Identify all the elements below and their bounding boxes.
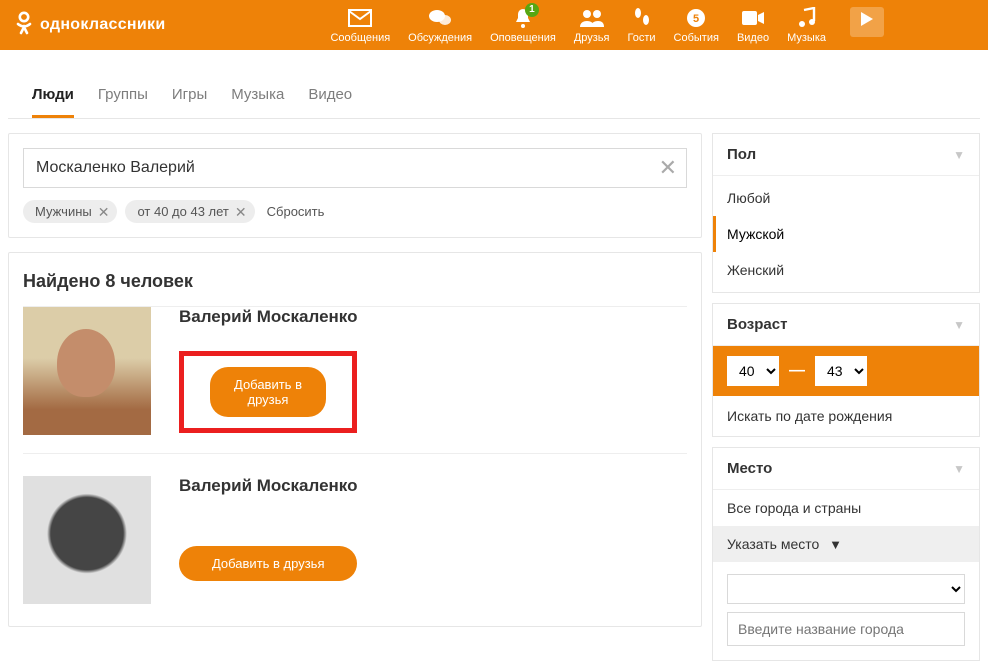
chevron-down-icon: ▼ [953, 148, 965, 162]
filter-title: Пол [727, 146, 756, 163]
filter-title: Место [727, 460, 772, 477]
chip-label: от 40 до 43 лет [137, 204, 228, 219]
avatar[interactable] [23, 307, 151, 435]
add-friend-button[interactable]: Добавить в друзья [210, 367, 326, 417]
nav-friends[interactable]: Друзья [574, 7, 610, 44]
triangle-down-icon: ▼ [829, 537, 842, 552]
chip-age[interactable]: от 40 до 43 лет ✕ [125, 200, 254, 223]
clear-icon[interactable]: ✕ [659, 155, 677, 181]
result-item: Валерий Москаленко Добавить в друзья [23, 453, 687, 622]
nav-label: Музыка [787, 33, 826, 44]
nav-label: Сообщения [330, 33, 390, 44]
nav-events[interactable]: 5 События [674, 7, 719, 44]
results-panel: Найдено 8 человек Валерий Москаленко Доб… [8, 252, 702, 627]
tab-people[interactable]: Люди [32, 86, 74, 118]
brand-text: одноклассники [40, 16, 165, 34]
camera-icon [741, 7, 765, 29]
person-name[interactable]: Валерий Москаленко [179, 307, 357, 327]
filter-age: Возраст ▼ 40 — 43 Искать по дате рождени… [712, 303, 980, 437]
nav-messages[interactable]: Сообщения [330, 7, 390, 44]
dash-icon: — [789, 362, 805, 380]
chevron-down-icon: ▼ [953, 462, 965, 476]
place-pick-label: Указать место [727, 536, 819, 552]
gender-male[interactable]: Мужской [713, 216, 979, 252]
nav-label: Обсуждения [408, 33, 472, 44]
gender-any[interactable]: Любой [713, 180, 979, 216]
place-all[interactable]: Все города и страны [713, 490, 979, 526]
tab-music[interactable]: Музыка [231, 86, 284, 118]
play-icon [860, 11, 874, 32]
tab-video[interactable]: Видео [308, 86, 352, 118]
footsteps-icon [632, 7, 652, 29]
top-navbar: одноклассники Сообщения Обсуждения 1 Опо… [0, 0, 988, 50]
chip-remove-icon[interactable]: ✕ [98, 205, 110, 219]
place-pick[interactable]: Указать место ▼ [713, 526, 979, 562]
filter-title: Возраст [727, 316, 787, 333]
search-input[interactable] [23, 148, 687, 188]
nav-items: Сообщения Обсуждения 1 Оповещения Друзья… [330, 7, 884, 44]
person-name[interactable]: Валерий Москаленко [179, 476, 357, 496]
city-input[interactable] [727, 612, 965, 646]
age-from-select[interactable]: 40 [727, 356, 779, 386]
chip-gender[interactable]: Мужчины ✕ [23, 200, 117, 223]
chevron-down-icon: ▼ [953, 318, 965, 332]
search-tabs: Люди Группы Игры Музыка Видео [8, 64, 980, 119]
result-item: Валерий Москаленко Добавить в друзья [23, 306, 687, 453]
nav-video[interactable]: Видео [737, 7, 769, 44]
nav-label: Видео [737, 33, 769, 44]
filter-place-head[interactable]: Место ▼ [713, 448, 979, 490]
music-icon [797, 7, 817, 29]
tab-games[interactable]: Игры [172, 86, 207, 118]
play-button[interactable] [850, 7, 884, 37]
add-friend-button[interactable]: Добавить в друзья [179, 546, 357, 581]
friends-icon [579, 7, 605, 29]
nav-guests[interactable]: Гости [628, 7, 656, 44]
chat-icon [428, 7, 452, 29]
nav-label: Друзья [574, 33, 610, 44]
age-to-select[interactable]: 43 [815, 356, 867, 386]
reset-filters[interactable]: Сбросить [267, 204, 325, 219]
chip-remove-icon[interactable]: ✕ [235, 205, 247, 219]
search-by-birthdate[interactable]: Искать по дате рождения [713, 396, 979, 436]
highlight-annotation: Добавить в друзья [179, 351, 357, 433]
search-panel: ✕ Мужчины ✕ от 40 до 43 лет ✕ Сбросить [8, 133, 702, 238]
notif-badge: 1 [525, 3, 539, 17]
filter-place: Место ▼ Все города и страны Указать мест… [712, 447, 980, 661]
results-title: Найдено 8 человек [23, 267, 687, 306]
chip-label: Мужчины [35, 204, 92, 219]
age-range-row: 40 — 43 [713, 346, 979, 396]
nav-label: Гости [628, 33, 656, 44]
mail-icon [348, 7, 372, 29]
gender-female[interactable]: Женский [713, 252, 979, 288]
country-select[interactable] [727, 574, 965, 604]
brand[interactable]: одноклассники [14, 11, 165, 40]
filter-age-head[interactable]: Возраст ▼ [713, 304, 979, 346]
filter-gender-head[interactable]: Пол ▼ [713, 134, 979, 176]
avatar[interactable] [23, 476, 151, 604]
filter-gender: Пол ▼ Любой Мужской Женский [712, 133, 980, 293]
ok-logo-icon [14, 11, 34, 40]
nav-notifications[interactable]: 1 Оповещения [490, 7, 556, 44]
svg-text:5: 5 [693, 13, 699, 25]
nav-label: События [674, 33, 719, 44]
events-icon: 5 [685, 7, 707, 29]
nav-music[interactable]: Музыка [787, 7, 826, 44]
nav-label: Оповещения [490, 33, 556, 44]
tab-groups[interactable]: Группы [98, 86, 148, 118]
nav-discussions[interactable]: Обсуждения [408, 7, 472, 44]
